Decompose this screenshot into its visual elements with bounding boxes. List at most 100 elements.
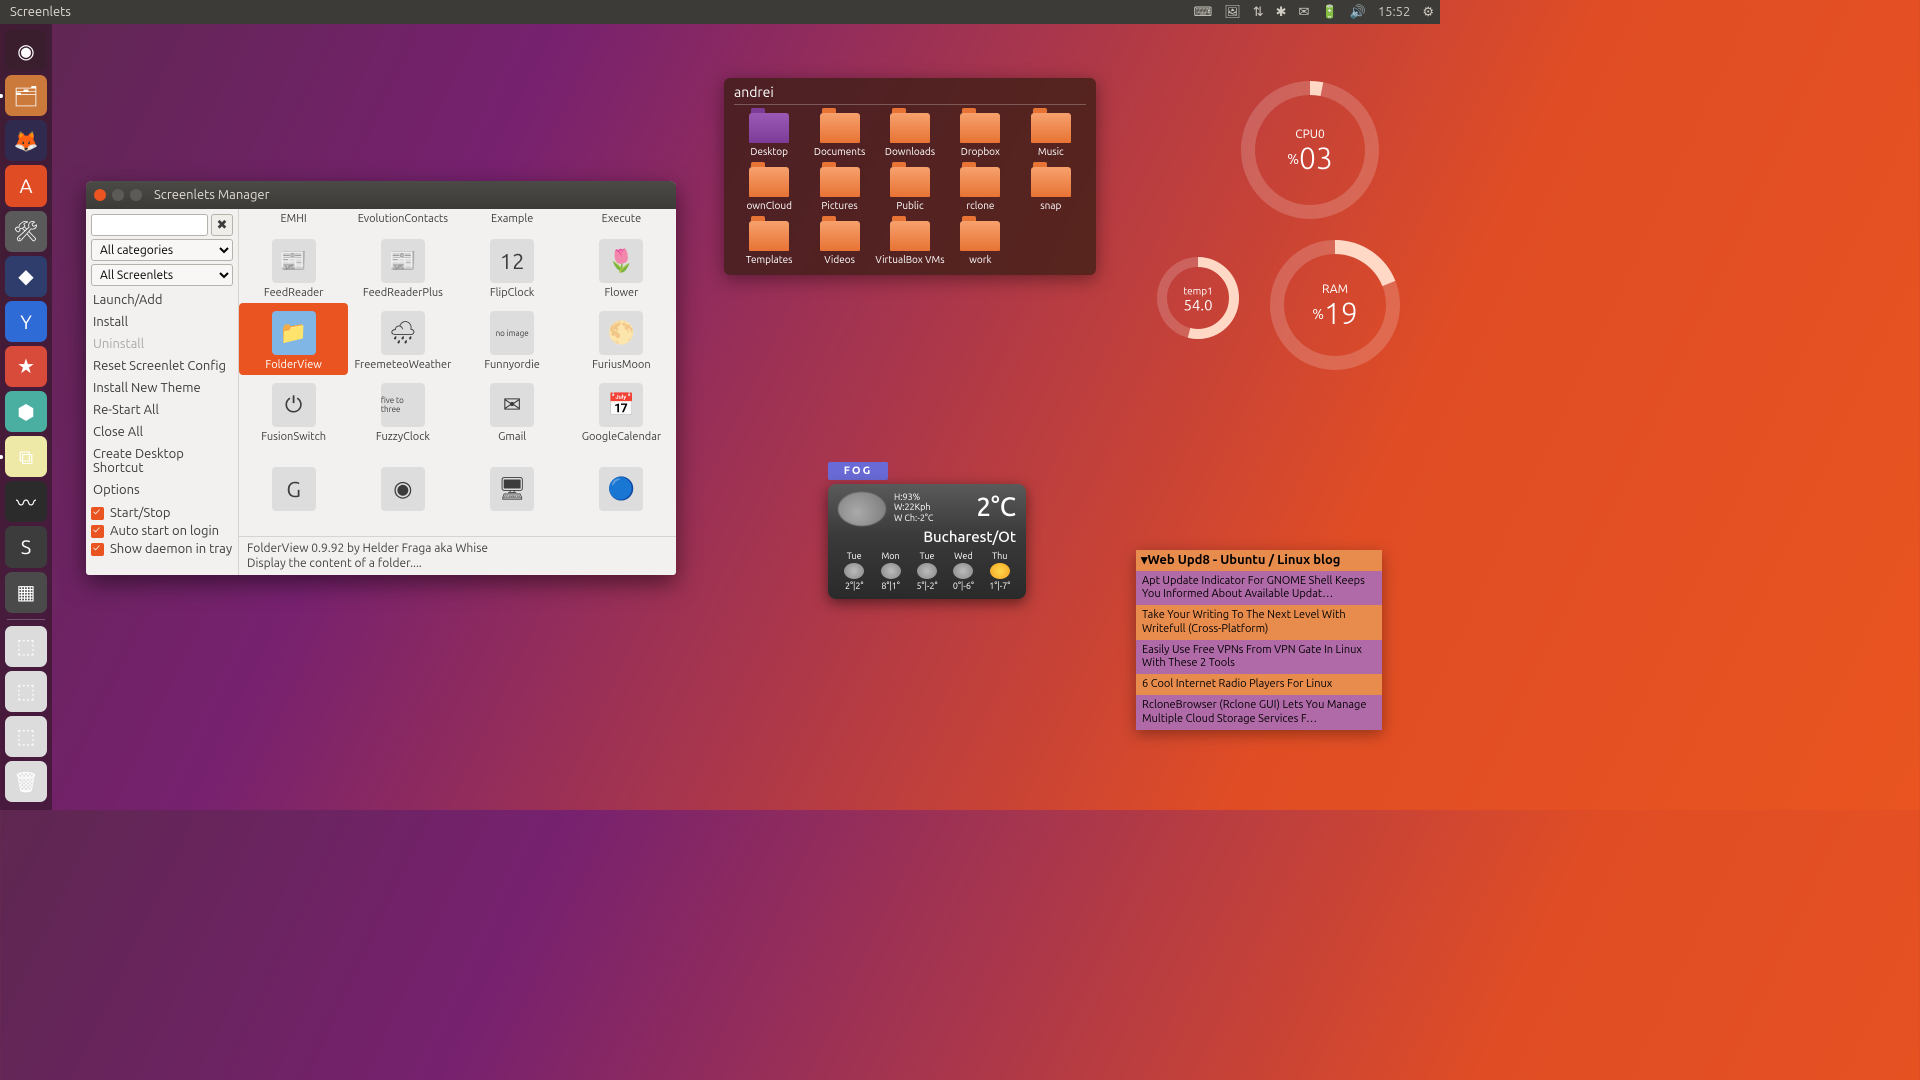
screenlets-grid[interactable]: EMHIEvolutionContactsExampleExecute 📰Feed… [239,209,676,536]
feed-title[interactable]: ▾Web Upd8 - Ubuntu / Linux blog [1136,550,1382,571]
screenlet-item[interactable]: 🔵 [567,447,676,519]
screenlet-icon: no image [490,311,534,355]
launcher-drive2[interactable]: ⬚ [5,671,47,712]
grid-header[interactable]: EvolutionContacts [348,213,457,231]
folder-music[interactable]: Music [1016,113,1086,157]
window-minimize-icon[interactable] [112,189,124,201]
folder-desktop[interactable]: Desktop [734,113,804,157]
menu-re-start-all[interactable]: Re-Start All [91,399,233,421]
battery-indicator-icon[interactable]: 🔋 [1321,5,1337,20]
launcher-files[interactable]: 🗂 [5,75,47,116]
folderview-title: andrei [734,84,1086,105]
launcher-yppa[interactable]: Y [5,301,47,342]
screenlet-freemeteoweather[interactable]: 🌧FreemeteoWeather [348,303,457,375]
grid-header[interactable]: EMHI [239,213,348,231]
launcher-monitor[interactable]: 〰 [5,481,47,522]
grid-header[interactable]: Execute [567,213,676,231]
menu-options[interactable]: Options [91,479,233,501]
folder-dropbox[interactable]: Dropbox [945,113,1015,157]
screenlet-item[interactable]: G [239,447,348,519]
launcher-trash[interactable]: 🗑 [5,761,47,802]
launcher-wunderlist[interactable]: ★ [5,346,47,387]
screenlet-fusionswitch[interactable]: ⏻FusionSwitch [239,375,348,447]
screenlet-googlecalendar[interactable]: 📅GoogleCalendar [567,375,676,447]
screenlet-feedreader[interactable]: 📰FeedReader [239,231,348,303]
folder-label: VirtualBox VMs [875,254,944,265]
folder-virtualbox-vms[interactable]: VirtualBox VMs [875,221,945,265]
launcher-screenlets[interactable]: ⧉ [5,436,47,477]
launcher-workspaces[interactable]: ▦ [5,572,47,613]
folder-snap[interactable]: snap [1016,167,1086,211]
launcher-virtualbox[interactable]: ◆ [5,256,47,297]
folder-templates[interactable]: Templates [734,221,804,265]
launcher-settings[interactable]: 🛠 [5,211,47,252]
folder-pictures[interactable]: Pictures [804,167,874,211]
folder-videos[interactable]: Videos [804,221,874,265]
launcher-atom[interactable]: ⬢ [5,391,47,432]
launcher-drive1[interactable]: ⬚ [5,626,47,667]
folder-rclone[interactable]: rclone [945,167,1015,211]
screenlet-gmail[interactable]: ✉Gmail [458,375,567,447]
menu-uninstall: Uninstall [91,333,233,355]
clock[interactable]: 15:52 [1378,5,1411,19]
window-titlebar[interactable]: Screenlets Manager [86,181,676,209]
screenlet-flipclock[interactable]: 12FlipClock [458,231,567,303]
feed-item[interactable]: Apt Update Indicator For GNOME Shell Kee… [1136,571,1382,605]
folder-icon [820,167,860,197]
session-indicator-icon[interactable]: ⚙ [1422,5,1434,20]
menu-install[interactable]: Install [91,311,233,333]
feed-widget[interactable]: ▾Web Upd8 - Ubuntu / Linux blog Apt Upda… [1136,550,1382,730]
messaging-indicator-icon[interactable]: 🖼 [1224,5,1241,20]
folder-work[interactable]: work [945,221,1015,265]
screenlet-label: FreemeteoWeather [354,359,451,371]
sound-indicator-icon[interactable]: 🔊 [1350,5,1366,20]
folder-public[interactable]: Public [875,167,945,211]
screenlet-item[interactable]: 🖥 [458,447,567,519]
screenlet-feedreaderplus[interactable]: 📰FeedReaderPlus [348,231,457,303]
screenlet-label: FusionSwitch [261,431,326,443]
window-close-icon[interactable] [94,189,106,201]
keyboard-indicator-icon[interactable]: ⌨ [1193,5,1212,20]
launcher-sublime[interactable]: S [5,526,47,567]
feed-item[interactable]: Easily Use Free VPNs From VPN Gate In Li… [1136,640,1382,674]
folder-documents[interactable]: Documents [804,113,874,157]
checkbox-icon [91,543,104,556]
screenlet-item[interactable]: ◉ [348,447,457,519]
folder-downloads[interactable]: Downloads [875,113,945,157]
network-indicator-icon[interactable]: ⇅ [1253,5,1264,20]
menu-close-all[interactable]: Close All [91,421,233,443]
menu-reset-screenlet-config[interactable]: Reset Screenlet Config [91,355,233,377]
screenlet-folderview[interactable]: 📁FolderView [239,303,348,375]
folderview-widget[interactable]: andrei DesktopDocumentsDownloadsDropboxM… [724,78,1096,275]
clear-icon: ✖ [217,218,228,233]
grid-header[interactable]: Example [458,213,567,231]
folder-owncloud[interactable]: ownCloud [734,167,804,211]
weather-wind: W:22Kph [894,502,933,512]
category-select[interactable]: All categories [91,239,233,261]
menu-launch-add[interactable]: Launch/Add [91,289,233,311]
weather-widget[interactable]: FOG H:93% W:22Kph W Ch:-2°C 2°C Buchares… [828,462,1026,599]
filter-select[interactable]: All Screenlets [91,264,233,286]
check-show-daemon-in-tray[interactable]: Show daemon in tray [91,540,233,558]
folder-icon [749,221,789,251]
check-auto-start-on-login[interactable]: Auto start on login [91,522,233,540]
feed-item[interactable]: 6 Cool Internet Radio Players For Linux [1136,674,1382,695]
launcher-firefox[interactable]: 🦊 [5,120,47,161]
menu-create-desktop-shortcut[interactable]: Create Desktop Shortcut [91,443,233,479]
feed-item[interactable]: Take Your Writing To The Next Level With… [1136,605,1382,639]
menu-install-new-theme[interactable]: Install New Theme [91,377,233,399]
bluetooth-indicator-icon[interactable]: ✱ [1276,5,1287,20]
window-maximize-icon[interactable] [130,189,142,201]
launcher-drive3[interactable]: ⬚ [5,716,47,757]
screenlet-flower[interactable]: 🌷Flower [567,231,676,303]
check-start-stop[interactable]: Start/Stop [91,504,233,522]
search-input[interactable] [91,214,208,236]
feed-item[interactable]: RcloneBrowser (Rclone GUI) Lets You Mana… [1136,695,1382,729]
screenlet-furiusmoon[interactable]: 🌕FuriusMoon [567,303,676,375]
screenlet-funnyordie[interactable]: no imageFunnyordie [458,303,567,375]
clear-search-button[interactable]: ✖ [211,214,233,236]
launcher-software[interactable]: A [5,165,47,206]
launcher-dash[interactable]: ◉ [5,30,47,71]
screenlet-fuzzyclock[interactable]: five to threeFuzzyClock [348,375,457,447]
mail-indicator-icon[interactable]: ✉ [1299,5,1310,20]
